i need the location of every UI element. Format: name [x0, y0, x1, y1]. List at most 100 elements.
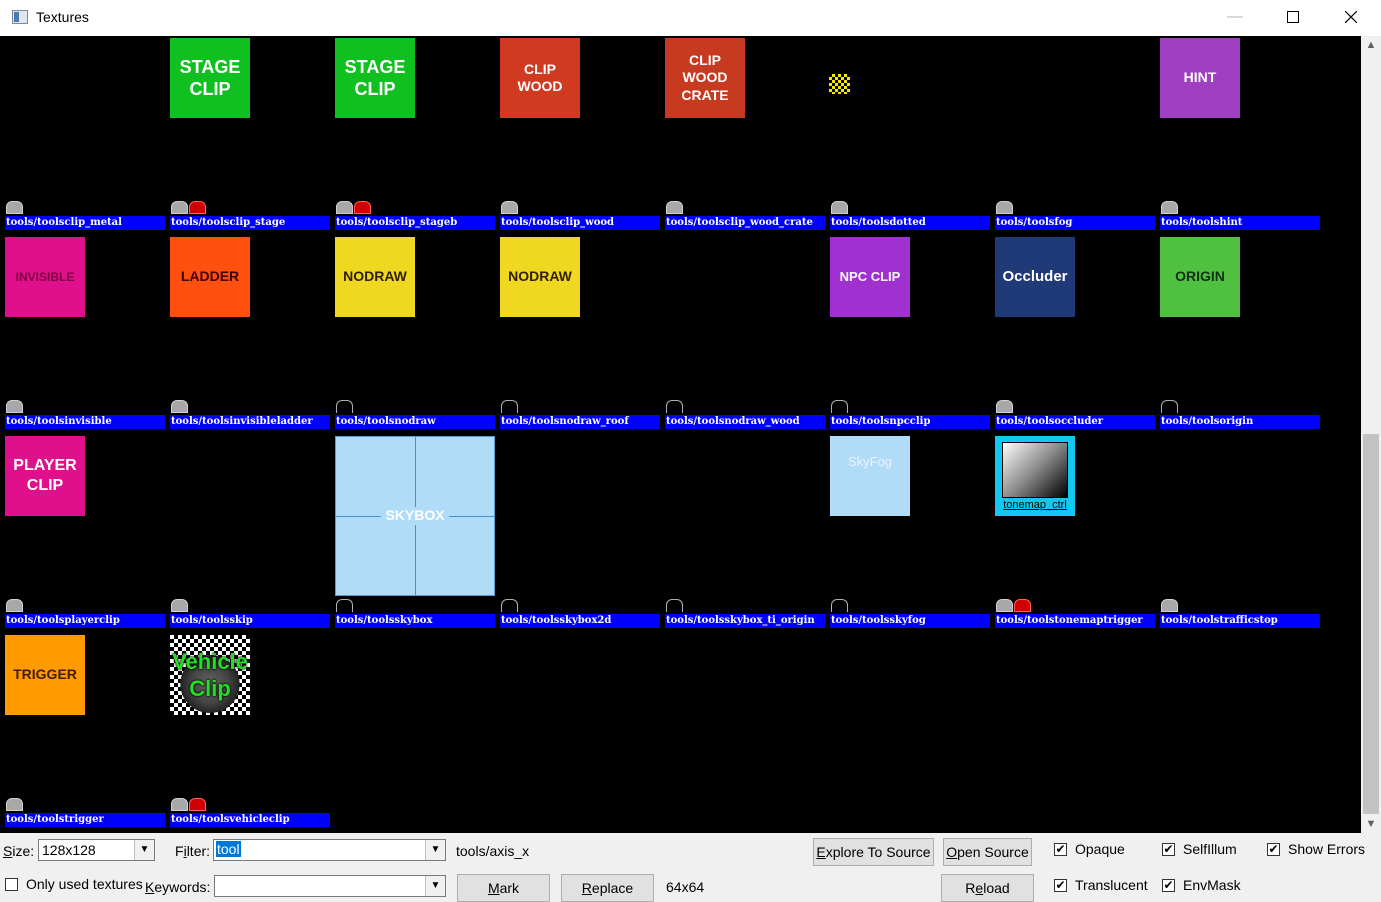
texture-name-label[interactable]: tools/toolshint [1160, 216, 1320, 230]
maximize-button[interactable] [1264, 0, 1322, 34]
texture-name-label[interactable]: tools/toolsskybox_ti_origin [665, 614, 825, 628]
texture-tile[interactable]: tools/toolstrafficstop [1155, 434, 1320, 633]
texture-thumbnail[interactable]: CLIP WOOD [500, 38, 580, 118]
texture-name-label[interactable]: tools/toolsnodraw_roof [500, 415, 660, 429]
texture-tile[interactable]: NODRAW tools/toolsnodraw [330, 235, 495, 434]
texture-name-label[interactable]: tools/toolsplayerclip [5, 614, 165, 628]
texture-thumbnail[interactable]: ORIGIN [1160, 237, 1240, 317]
show-errors-checkbox[interactable]: ✔ Show Errors [1267, 841, 1365, 857]
texture-thumbnail[interactable]: INVISIBLE [5, 237, 85, 317]
texture-thumbnail[interactable]: Vehicle Clip [170, 635, 250, 715]
filter-input[interactable]: tool ▼ [213, 839, 446, 861]
texture-thumbnail[interactable]: CLIP WOOD CRATE [665, 38, 745, 118]
chevron-down-icon[interactable]: ▼ [425, 840, 445, 860]
texture-thumbnail[interactable]: STAGE CLIP [170, 38, 250, 118]
chevron-down-icon[interactable]: ▼ [134, 840, 154, 860]
selfillum-box[interactable]: ✔ [1162, 842, 1175, 856]
scrollbar-thumb[interactable] [1363, 434, 1379, 814]
texture-tile[interactable]: INVISIBLE tools/toolsinvisible [0, 235, 165, 434]
texture-name-label[interactable]: tools/toolsskybox [335, 614, 495, 628]
texture-thumbnail[interactable]: Occluder [995, 237, 1075, 317]
texture-name-label[interactable]: tools/toolsinvisible [5, 415, 165, 429]
texture-tile[interactable]: SKYBOX tools/toolsskybox [330, 434, 495, 633]
texture-tile[interactable]: NODRAW tools/toolsnodraw_roof [495, 235, 660, 434]
size-select[interactable]: 128x128 ▼ [38, 839, 155, 861]
texture-tile[interactable]: tools/toolsnodraw_wood [660, 235, 825, 434]
texture-tile[interactable]: tools/toolsskip [165, 434, 330, 633]
texture-tile[interactable]: CLIP WOOD tools/toolsclip_wood [495, 36, 660, 235]
texture-thumbnail[interactable]: tonemap_ctrl [995, 436, 1075, 516]
texture-thumbnail[interactable]: SkyFog [830, 436, 910, 516]
texture-name-label[interactable]: tools/toolsoccluder [995, 415, 1155, 429]
texture-thumbnail[interactable]: HINT [1160, 38, 1240, 118]
texture-tile[interactable]: STAGE CLIP tools/toolsclip_stage [165, 36, 330, 235]
texture-tile[interactable]: CLIP WOOD CRATE tools/toolsclip_wood_crat… [660, 36, 825, 235]
minimize-button[interactable]: — [1206, 0, 1264, 34]
only-used-textures-box[interactable] [5, 877, 18, 891]
texture-tile[interactable]: SkyFog tools/toolsskyfog [825, 434, 990, 633]
texture-name-label[interactable]: tools/toolstrigger [5, 813, 165, 827]
texture-name-label[interactable]: tools/toolsclip_stageb [335, 216, 495, 230]
texture-name-label[interactable]: tools/toolsskybox2d [500, 614, 660, 628]
texture-thumbnail[interactable]: PLAYER CLIP [5, 436, 85, 516]
vertical-scrollbar[interactable]: ▲ ▼ [1361, 36, 1381, 833]
texture-tile[interactable]: tools/toolsfog [990, 36, 1155, 235]
texture-tile[interactable]: TRIGGER tools/toolstrigger [0, 633, 165, 832]
translucent-box[interactable]: ✔ [1054, 878, 1067, 892]
replace-button[interactable]: Replace [561, 874, 654, 902]
texture-tile[interactable]: HINT tools/toolshint [1155, 36, 1320, 235]
texture-name-label[interactable]: tools/toolsskip [170, 614, 330, 628]
mark-button[interactable]: Mark [457, 874, 550, 902]
texture-tile[interactable]: LADDER tools/toolsinvisibleladder [165, 235, 330, 434]
texture-tile[interactable]: NPC CLIP tools/toolsnpcclip [825, 235, 990, 434]
scroll-down-arrow-icon[interactable]: ▼ [1361, 815, 1381, 833]
envmask-checkbox[interactable]: ✔ EnvMask [1162, 877, 1241, 893]
texture-thumbnail[interactable]: STAGE CLIP [335, 38, 415, 118]
close-button[interactable] [1322, 0, 1380, 34]
texture-name-label[interactable]: tools/toolsclip_wood_crate [665, 216, 825, 230]
texture-name-label[interactable]: tools/toolsclip_stage [170, 216, 330, 230]
explore-to-source-button[interactable]: Explore To Source [813, 838, 934, 866]
opaque-checkbox[interactable]: ✔ Opaque [1054, 841, 1125, 857]
translucent-checkbox[interactable]: ✔ Translucent [1054, 877, 1148, 893]
texture-name-label[interactable]: tools/toolstonemaptrigger [995, 614, 1155, 628]
texture-thumbnail[interactable]: NODRAW [335, 237, 415, 317]
texture-name-label[interactable]: tools/toolsskyfog [830, 614, 990, 628]
texture-tile[interactable]: Occluder tools/toolsoccluder [990, 235, 1155, 434]
texture-thumbnail[interactable]: LADDER [170, 237, 250, 317]
texture-tile[interactable]: tools/toolsdotted [825, 36, 990, 235]
texture-name-label[interactable]: tools/toolsclip_wood [500, 216, 660, 230]
texture-tile[interactable]: tools/toolsskybox2d [495, 434, 660, 633]
texture-thumbnail[interactable]: SKYBOX [335, 436, 495, 596]
texture-tile[interactable]: tonemap_ctrl tools/toolstonemaptrigger [990, 434, 1155, 633]
reload-button[interactable]: Reload [941, 874, 1034, 902]
selfillum-checkbox[interactable]: ✔ SelfIllum [1162, 841, 1237, 857]
show-errors-box[interactable]: ✔ [1267, 842, 1280, 856]
opaque-box[interactable]: ✔ [1054, 842, 1067, 856]
texture-name-label[interactable]: tools/toolsnodraw [335, 415, 495, 429]
texture-name-label[interactable]: tools/toolsorigin [1160, 415, 1320, 429]
only-used-textures-checkbox[interactable]: Only used textures [5, 876, 143, 892]
texture-name-label[interactable]: tools/toolsvehicleclip [170, 813, 330, 827]
texture-tile[interactable]: Vehicle Clip tools/toolsvehicleclip [165, 633, 330, 832]
keywords-input[interactable]: ▼ [214, 875, 446, 897]
texture-name-label[interactable]: tools/toolsclip_metal [5, 216, 165, 230]
scroll-up-arrow-icon[interactable]: ▲ [1361, 36, 1381, 54]
texture-name-label[interactable]: tools/toolsnpcclip [830, 415, 990, 429]
texture-tile[interactable]: PLAYER CLIP tools/toolsplayerclip [0, 434, 165, 633]
chevron-down-icon[interactable]: ▼ [425, 876, 445, 896]
texture-tile[interactable]: tools/toolsclip_metal [0, 36, 165, 235]
texture-tile[interactable]: tools/toolsskybox_ti_origin [660, 434, 825, 633]
texture-thumbnail[interactable]: NPC CLIP [830, 237, 910, 317]
envmask-box[interactable]: ✔ [1162, 878, 1175, 892]
texture-tile[interactable]: STAGE CLIP tools/toolsclip_stageb [330, 36, 495, 235]
texture-name-label[interactable]: tools/toolstrafficstop [1160, 614, 1320, 628]
texture-browser-grid[interactable]: tools/toolsclip_metal STAGE CLIP tools/too… [0, 36, 1361, 833]
texture-name-label[interactable]: tools/toolsfog [995, 216, 1155, 230]
texture-name-label[interactable]: tools/toolsnodraw_wood [665, 415, 825, 429]
texture-name-label[interactable]: tools/toolsdotted [830, 216, 990, 230]
open-source-button[interactable]: Open Source [943, 838, 1032, 866]
texture-name-label[interactable]: tools/toolsinvisibleladder [170, 415, 330, 429]
texture-thumbnail[interactable]: TRIGGER [5, 635, 85, 715]
texture-tile[interactable]: ORIGIN tools/toolsorigin [1155, 235, 1320, 434]
